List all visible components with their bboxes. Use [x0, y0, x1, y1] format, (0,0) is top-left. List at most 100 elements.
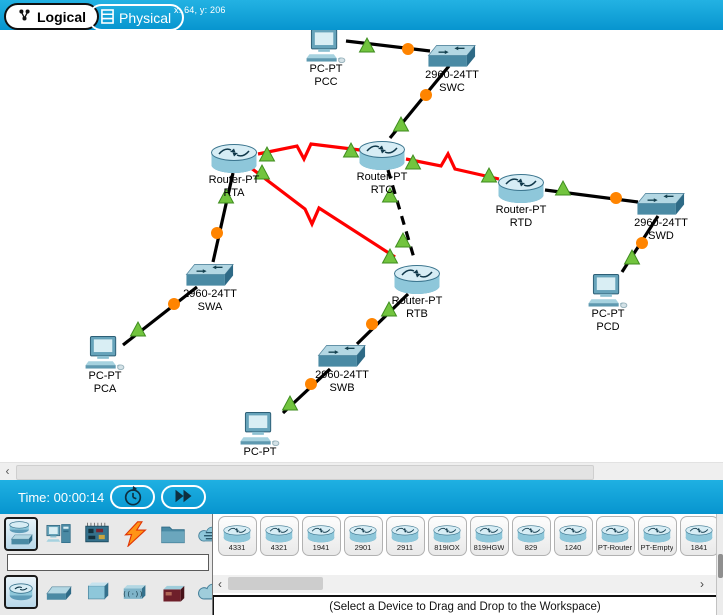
power-cycle-icon: [122, 485, 144, 510]
palette-device-1941[interactable]: 1941: [302, 516, 341, 556]
router-model-icon: [222, 523, 252, 543]
subcategory-wireless-devices[interactable]: ((·)): [118, 575, 152, 609]
device-model-label: 2960-24TT: [634, 217, 688, 230]
pc-device-icon: [239, 412, 281, 446]
device-name-label: SWB: [329, 382, 354, 395]
workspace-canvas[interactable]: PC-PTPCC2960-24TTSWCRouter-PTRTARouter-P…: [0, 30, 723, 462]
palette-device-label: 829: [525, 543, 538, 553]
device-name-label: SWC: [439, 82, 465, 95]
device-RTB[interactable]: Router-PTRTB: [372, 261, 462, 321]
palette-device-label: PT-Router: [598, 543, 632, 553]
palette-device-label: 819IOX: [434, 543, 459, 553]
packet-tracer-window: Logical Physical x: 64, y: 206 PC-PTPCC2…: [0, 0, 723, 615]
device-list-scroll-right-arrow[interactable]: ›: [695, 575, 709, 593]
realtime-bar: Time: 00:00:14: [0, 480, 723, 514]
palette-device-2911[interactable]: 2911: [386, 516, 425, 556]
subcategory-routers[interactable]: [4, 575, 38, 609]
power-cycle-devices-button[interactable]: [110, 485, 155, 509]
wireless-icon: ((·)): [122, 579, 148, 605]
device-SWC[interactable]: 2960-24TTSWC: [407, 44, 497, 95]
category-miscellaneous[interactable]: [156, 517, 190, 551]
device-model-label: PC-PT: [310, 63, 343, 76]
components-icon: [84, 521, 110, 547]
palette-device-829[interactable]: 829: [512, 516, 551, 556]
device-model-label: PC-PT: [244, 446, 277, 459]
palette-device-PT-Router[interactable]: PT-Router: [596, 516, 635, 556]
category-network-devices[interactable]: [4, 517, 38, 551]
simulation-time: Time: 00:00:14: [18, 490, 104, 505]
device-SWB[interactable]: 2960-24TTSWB: [297, 344, 387, 395]
device-model-label: PC-PT: [592, 308, 625, 321]
palette-device-4321[interactable]: 4321: [260, 516, 299, 556]
palette-device-label: 819HGW: [474, 543, 505, 553]
subcategory-hubs[interactable]: [80, 575, 114, 609]
device-model-label: Router-PT: [392, 295, 443, 308]
router-model-icon: [642, 523, 672, 543]
tab-logical-label: Logical: [37, 9, 86, 25]
device-PCC[interactable]: PC-PTPCC: [281, 30, 371, 89]
palette-device-2901[interactable]: 2901: [344, 516, 383, 556]
device-PCD[interactable]: PC-PTPCD: [563, 274, 653, 334]
router-model-icon: [348, 523, 378, 543]
end-devices-icon: [46, 521, 72, 547]
link-status-up-arrow: [625, 250, 640, 264]
subcategory-security[interactable]: [156, 575, 190, 609]
palette-device-PT-Empty[interactable]: PT-Empty: [638, 516, 677, 556]
switch-device-icon: [636, 192, 686, 217]
router-model-icon: [600, 523, 630, 543]
device-name-label: SWA: [198, 301, 223, 314]
palette-vertical-scroll-thumb[interactable]: [718, 554, 723, 578]
device-name-label: SWD: [648, 230, 674, 243]
device-name-label: PCA: [94, 383, 117, 396]
category-panel: ((·)): [0, 514, 211, 615]
device-RTD[interactable]: Router-PTRTD: [476, 170, 566, 230]
palette-device-label: 1941: [313, 543, 330, 553]
device-PC-PT[interactable]: PC-PT: [215, 412, 305, 459]
device-model-label: 2960-24TT: [425, 69, 479, 82]
device-name-label: RTB: [406, 308, 428, 321]
fast-forward-icon: [173, 488, 194, 507]
palette-device-1841[interactable]: 1841: [680, 516, 719, 556]
device-list-scrollbar: ‹ ›: [213, 575, 717, 593]
device-model-label: Router-PT: [357, 171, 408, 184]
palette-device-label: 1240: [565, 543, 582, 553]
router-model-icon: [264, 523, 294, 543]
category-components[interactable]: [80, 517, 114, 551]
canvas-scroll-thumb[interactable]: [16, 465, 594, 480]
device-SWA[interactable]: 2960-24TTSWA: [165, 263, 255, 314]
palette-device-819HGW[interactable]: 819HGW: [470, 516, 509, 556]
canvas-scroll-left-arrow[interactable]: ‹: [0, 463, 15, 479]
device-name-label: RTA: [224, 187, 245, 200]
router-device-icon: [210, 140, 258, 174]
category-end-devices[interactable]: [42, 517, 76, 551]
device-filter-input[interactable]: [7, 554, 209, 571]
router-model-icon: [684, 523, 714, 543]
device-model-label: 2960-24TT: [183, 288, 237, 301]
device-RTC[interactable]: Router-PTRTC: [337, 137, 427, 197]
device-model-label: 2960-24TT: [315, 369, 369, 382]
palette-vertical-scrollbar: [716, 514, 723, 615]
tab-physical-label: Physical: [119, 10, 171, 26]
switch-device-icon: [317, 344, 367, 369]
device-model-label: Router-PT: [496, 204, 547, 217]
device-PCA[interactable]: PC-PTPCA: [60, 336, 150, 396]
routers-icon: [8, 579, 34, 605]
palette-device-819IOX[interactable]: 819IOX: [428, 516, 467, 556]
fast-forward-time-button[interactable]: [161, 485, 206, 509]
tab-physical[interactable]: Physical: [88, 4, 184, 31]
device-RTA[interactable]: Router-PTRTA: [189, 140, 279, 200]
connections-icon: [122, 521, 148, 547]
router-model-icon: [390, 523, 420, 543]
tab-logical[interactable]: Logical: [4, 3, 99, 30]
router-device-icon: [497, 170, 545, 204]
device-list-scroll-left-arrow[interactable]: ‹: [213, 575, 227, 593]
palette-device-4331[interactable]: 4331: [218, 516, 257, 556]
palette-device-label: 2901: [355, 543, 372, 553]
palette-device-1240[interactable]: 1240: [554, 516, 593, 556]
category-connections[interactable]: [118, 517, 152, 551]
subcategory-switches[interactable]: [42, 575, 76, 609]
device-list-scroll-thumb[interactable]: [228, 577, 323, 590]
svg-text:((·)): ((·)): [122, 590, 143, 598]
device-SWD[interactable]: 2960-24TTSWD: [616, 192, 706, 243]
router-model-icon: [306, 523, 336, 543]
